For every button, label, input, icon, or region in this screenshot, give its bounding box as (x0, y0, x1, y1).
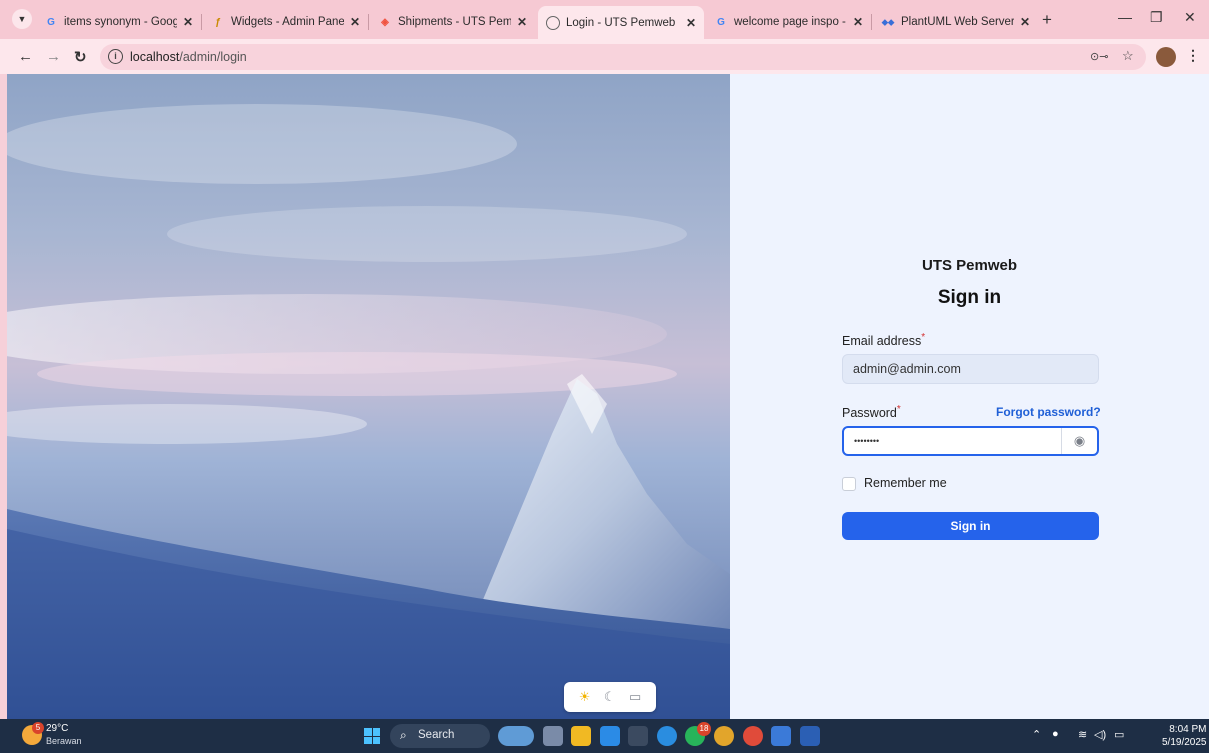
tab-plantuml[interactable]: ⬥⬥ PlantUML Web Server ✕ (873, 7, 1038, 37)
close-icon[interactable]: ✕ (1020, 15, 1030, 29)
word-icon[interactable] (800, 726, 820, 746)
system-clock[interactable]: 8:04 PM 5/19/2025 (1162, 723, 1207, 749)
taskbar-search[interactable]: ⌕ Search (390, 724, 490, 748)
light-mode-icon[interactable]: ☀ (579, 689, 591, 705)
page-title: Sign in (937, 287, 1002, 308)
search-icon: ⌕ (400, 728, 407, 742)
url-text[interactable]: localhost/admin/login (130, 50, 247, 64)
brand-name: UTS Pemweb (921, 257, 1018, 274)
sign-in-button[interactable]: Sign in (842, 512, 1099, 540)
dark-mode-icon[interactable]: ☾ (604, 689, 616, 705)
window-close-icon[interactable]: ✕ (1184, 9, 1196, 26)
forgot-password-link[interactable]: Forgot password? (996, 405, 1101, 419)
vscode-icon[interactable] (600, 726, 620, 746)
close-icon[interactable]: ✕ (517, 15, 527, 29)
password-field[interactable]: •••••••• ◉ (842, 426, 1099, 456)
site-info-icon[interactable]: i (108, 49, 123, 64)
close-icon[interactable]: ✕ (686, 16, 696, 30)
restore-icon[interactable]: ❐ (1150, 9, 1163, 26)
file-explorer-icon[interactable] (571, 726, 591, 746)
tab-search-icon[interactable]: ▼ (12, 9, 32, 29)
google-icon: G (47, 16, 55, 28)
tab-login[interactable]: Login - UTS Pemweb ✕ (538, 6, 704, 39)
terminal-icon[interactable] (628, 726, 648, 746)
reload-icon[interactable]: ↻ (74, 48, 87, 66)
chrome-profile-icon[interactable] (743, 726, 763, 746)
remember-me-label[interactable]: Remember me (864, 476, 947, 490)
theme-switcher: ☀ ☾ ▭ (564, 682, 656, 712)
tray-app-icon[interactable]: ● (1052, 728, 1059, 740)
tab-widgets[interactable]: ƒ Widgets - Admin Panel - F ✕ (203, 7, 369, 37)
browser-toolbar: ← → ↻ i localhost/admin/login ⊙⊸ ☆ ⋮ (0, 39, 1209, 74)
globe-icon (546, 15, 560, 30)
chrome-icon[interactable] (714, 726, 734, 746)
close-icon[interactable]: ✕ (350, 15, 360, 29)
mountain-illustration (7, 104, 730, 719)
login-panel: UTS Pemweb Sign in Email address* admin@… (730, 74, 1209, 719)
new-tab-button[interactable]: + (1042, 10, 1052, 30)
password-label: Password* (842, 404, 901, 421)
wifi-icon[interactable]: ≋ (1078, 728, 1087, 741)
page-content: ☀ ☾ ▭ UTS Pemweb Sign in Email address* … (7, 74, 1209, 719)
email-label: Email address* (842, 332, 926, 349)
weather-temp[interactable]: 29°C (46, 723, 68, 734)
weather-badge: 5 (32, 722, 44, 734)
plantuml-icon: ⬥⬥ (881, 16, 895, 27)
tab-items-synonym[interactable]: G items synonym - Google S ✕ (36, 7, 202, 37)
battery-icon[interactable]: ▭ (1114, 728, 1124, 741)
tab-welcome-page-inspo[interactable]: G welcome page inspo - Goo ✕ (706, 7, 872, 37)
docker-icon[interactable] (657, 726, 677, 746)
back-icon[interactable]: ← (18, 48, 33, 65)
bookmark-star-icon[interactable]: ☆ (1122, 48, 1134, 64)
hero-image: ☀ ☾ ▭ (7, 74, 730, 719)
tray-overflow-icon[interactable]: ⌃ (1032, 728, 1041, 741)
remember-me-checkbox[interactable] (842, 477, 856, 491)
weather-condition[interactable]: Berawan (46, 736, 82, 746)
task-view-icon[interactable] (543, 726, 563, 746)
close-icon[interactable]: ✕ (853, 15, 863, 29)
profile-avatar[interactable] (1156, 47, 1176, 67)
show-password-eye-icon[interactable]: ◉ (1061, 428, 1097, 454)
volume-icon[interactable]: ◁) (1094, 728, 1106, 741)
widgets-landscape-icon[interactable] (498, 726, 534, 746)
filament-icon: ƒ (215, 16, 221, 28)
photos-icon[interactable] (771, 726, 791, 746)
browser-menu-icon[interactable]: ⋮ (1186, 47, 1200, 64)
laravel-icon: ◈ (381, 16, 389, 28)
tab-strip: ▼ G items synonym - Google S ✕ ƒ Widgets… (0, 0, 1209, 39)
address-bar[interactable]: i localhost/admin/login ⊙⊸ ☆ (100, 44, 1146, 70)
system-mode-icon[interactable]: ▭ (629, 689, 641, 705)
google-icon: G (717, 16, 725, 28)
whatsapp-badge: 18 (697, 722, 711, 736)
minimize-icon[interactable]: — (1118, 9, 1132, 25)
tab-shipments[interactable]: ◈ Shipments - UTS Pemweb ✕ (370, 7, 535, 37)
forward-icon[interactable]: → (46, 48, 61, 65)
close-icon[interactable]: ✕ (183, 15, 193, 29)
password-key-icon[interactable]: ⊙⊸ (1090, 50, 1108, 63)
email-field[interactable]: admin@admin.com (842, 354, 1099, 384)
windows-start-icon[interactable] (364, 728, 380, 744)
windows-taskbar: 5 29°C Berawan ⌕ Search 18 ⌃ ● ≋ ◁) ▭ 8:… (0, 719, 1209, 753)
